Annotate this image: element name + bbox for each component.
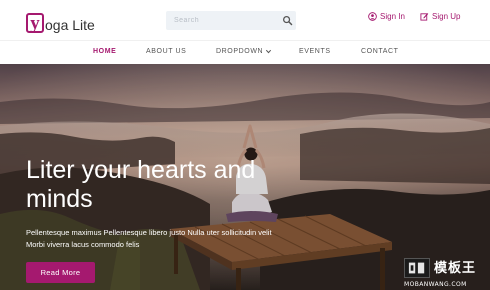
hero-description: Pellentesque maximus Pellentesque libero… [26, 228, 272, 249]
logo-mark: y [26, 13, 44, 33]
watermark-box-icon [404, 258, 430, 278]
nav-about-us[interactable]: ABOUT US [146, 48, 186, 55]
nav-dropdown-label: DROPDOWN [216, 48, 264, 55]
sign-in-label: Sign In [380, 12, 405, 21]
watermark-url: MOBANWANG.COM [404, 281, 467, 288]
watermark-logo: 模板王 MOBANWANG.COM [402, 254, 490, 290]
sign-up-link[interactable]: Sign Up [420, 12, 460, 21]
search-box [166, 11, 296, 30]
read-more-button[interactable]: Read More [26, 262, 95, 283]
edit-icon [420, 13, 429, 21]
sign-in-link[interactable]: Sign In [368, 12, 405, 21]
nav-contact[interactable]: CONTACT [361, 48, 399, 55]
search-input[interactable] [166, 11, 276, 30]
nav-home[interactable]: HOME [93, 48, 116, 55]
hero-title: Liter your hearts and minds [26, 156, 256, 213]
nav-events[interactable]: EVENTS [299, 48, 331, 55]
watermark-brand: 模板王 [434, 261, 477, 276]
chevron-down-icon [266, 49, 272, 54]
user-icon [368, 12, 377, 21]
nav-dropdown[interactable]: DROPDOWN [216, 48, 272, 55]
site-logo[interactable]: y oga Lite [26, 9, 95, 33]
watermark-glyph-icon [408, 262, 425, 274]
search-icon[interactable] [282, 15, 293, 26]
sign-up-label: Sign Up [432, 12, 461, 21]
logo-text: oga Lite [45, 17, 95, 33]
main-nav: HOME ABOUT US DROPDOWN EVENTS CONTACT [0, 40, 490, 64]
site-header: y oga Lite Sign In Sign Up [0, 0, 490, 40]
